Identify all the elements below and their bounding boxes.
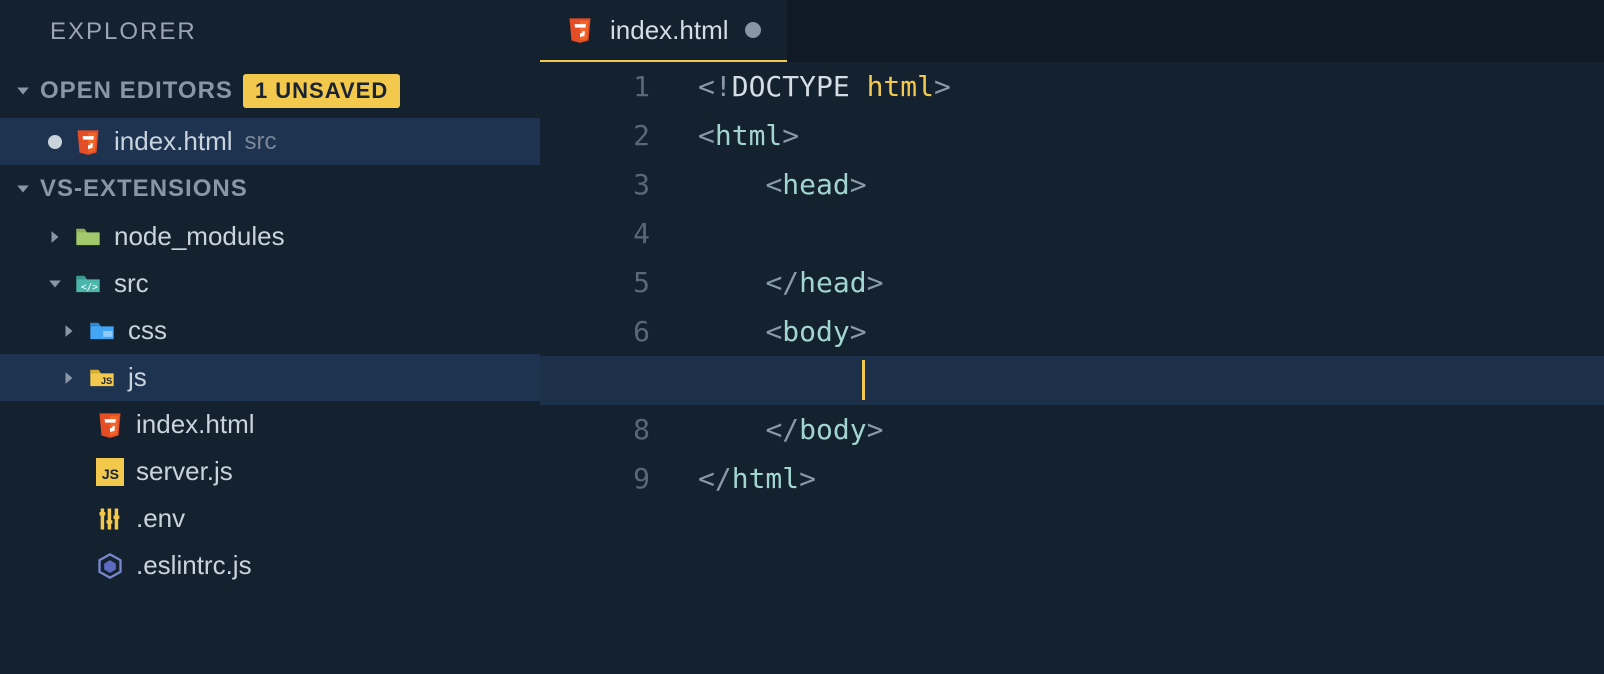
line-number: 9	[540, 454, 650, 503]
code-line[interactable]: </head>	[698, 258, 1604, 307]
tree-item-label: src	[114, 268, 149, 299]
explorer-sidebar: EXPLORER OPEN EDITORS 1 UNSAVED index.ht…	[0, 0, 540, 674]
chevron-right-icon	[62, 324, 76, 338]
code-line[interactable]: <html>	[698, 111, 1604, 160]
html5-icon	[566, 16, 594, 44]
line-number: 8	[540, 405, 650, 454]
code-line[interactable]: </html>	[698, 454, 1604, 503]
project-label: VS-EXTENSIONS	[40, 175, 248, 203]
tab-bar: index.html	[540, 0, 1604, 62]
code-line[interactable]: </body>	[698, 405, 1604, 454]
text-cursor	[862, 360, 865, 400]
file--eslintrc-js[interactable]: .eslintrc.js	[0, 542, 540, 589]
line-number: 4	[540, 209, 650, 258]
folder-green-icon	[74, 223, 102, 251]
chevron-down-icon	[48, 277, 62, 291]
html5-icon	[74, 128, 102, 156]
tree-item-label: .env	[136, 503, 185, 534]
project-header[interactable]: VS-EXTENSIONS	[0, 165, 540, 213]
svg-text:JS: JS	[102, 466, 119, 482]
explorer-title: EXPLORER	[0, 0, 540, 64]
open-editor-dir: src	[245, 128, 277, 156]
tree-item-label: js	[128, 362, 147, 393]
folder-js[interactable]: JS js	[0, 354, 540, 401]
env-icon	[96, 505, 124, 533]
eslint-icon	[96, 552, 124, 580]
code-area[interactable]: 123456789 <!DOCTYPE html><html> <head> <…	[540, 62, 1604, 674]
folder-css[interactable]: css	[0, 307, 540, 354]
file-server-js[interactable]: JS server.js	[0, 448, 540, 495]
line-number: 6	[540, 307, 650, 356]
file-index-html[interactable]: index.html	[0, 401, 540, 448]
editor-area: index.html 123456789 <!DOCTYPE html><htm…	[540, 0, 1604, 674]
line-number: 1	[540, 62, 650, 111]
folder-node_modules[interactable]: node_modules	[0, 213, 540, 260]
code-line[interactable]	[698, 356, 1604, 405]
open-editor-filename: index.html	[114, 126, 233, 157]
chevron-right-icon	[48, 230, 62, 244]
folder-src[interactable]: </> src	[0, 260, 540, 307]
chevron-down-icon	[16, 182, 30, 196]
folder-blue-icon	[88, 317, 116, 345]
open-editors-label: OPEN EDITORS	[40, 77, 233, 105]
svg-text:</>: </>	[81, 281, 98, 292]
code-line[interactable]: <head>	[698, 160, 1604, 209]
open-editor-item[interactable]: index.html src	[0, 118, 540, 165]
file--env[interactable]: .env	[0, 495, 540, 542]
html5-icon	[96, 411, 124, 439]
modified-dot-icon	[745, 22, 761, 38]
tree-item-label: node_modules	[114, 221, 285, 252]
code-line[interactable]	[698, 209, 1604, 258]
svg-text:JS: JS	[101, 375, 112, 385]
chevron-down-icon	[16, 84, 30, 98]
js-icon: JS	[96, 458, 124, 486]
tree-item-label: css	[128, 315, 167, 346]
line-number: 5	[540, 258, 650, 307]
tree-item-label: index.html	[136, 409, 255, 440]
unsaved-badge: 1 UNSAVED	[243, 74, 400, 108]
tree-item-label: server.js	[136, 456, 233, 487]
line-number: 3	[540, 160, 650, 209]
code-content[interactable]: <!DOCTYPE html><html> <head> </head> <bo…	[698, 62, 1604, 674]
chevron-right-icon	[62, 371, 76, 385]
code-line[interactable]: <!DOCTYPE html>	[698, 62, 1604, 111]
tab-index-html[interactable]: index.html	[540, 0, 787, 62]
line-number: 2	[540, 111, 650, 160]
folder-js-icon: JS	[88, 364, 116, 392]
code-line[interactable]: <body>	[698, 307, 1604, 356]
open-editors-header[interactable]: OPEN EDITORS 1 UNSAVED	[0, 64, 540, 118]
tab-filename: index.html	[610, 15, 729, 46]
folder-src-icon: </>	[74, 270, 102, 298]
tree-item-label: .eslintrc.js	[136, 550, 252, 581]
modified-dot-icon	[48, 135, 62, 149]
file-tree: node_modules </> src css JS js index.html JS ser…	[0, 213, 540, 589]
